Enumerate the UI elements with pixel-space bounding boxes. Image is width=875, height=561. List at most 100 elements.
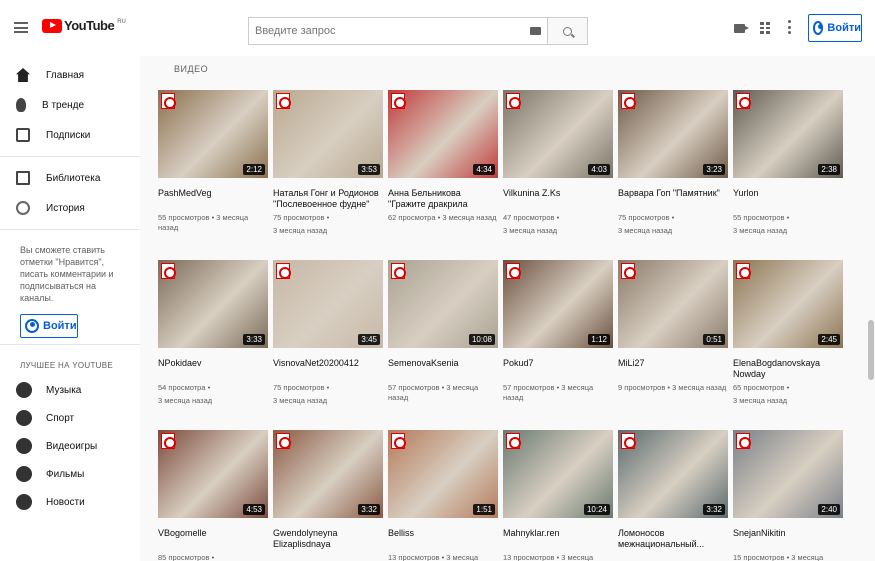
search-icon	[563, 26, 572, 36]
video-meta-date: 3 месяца назад	[158, 396, 213, 405]
sidebar-item-label: Новости	[46, 496, 85, 508]
youtube-logo[interactable]: YouTube RU	[42, 18, 126, 33]
video-title[interactable]: Варвара Гоп "Памятник"	[618, 188, 728, 210]
scrollbar[interactable]	[868, 320, 874, 380]
video-thumbnail[interactable]: 1:12	[503, 260, 613, 348]
sidebar-item-subscriptions[interactable]: Подписки	[0, 120, 140, 150]
video-thumbnail[interactable]: 3:32	[273, 430, 383, 518]
video-thumbnail[interactable]: 3:32	[618, 430, 728, 518]
video-card[interactable]: 1:51 Belliss 13 просмотров • 3 месяца наза…	[388, 430, 498, 561]
video-thumbnail[interactable]: 4:03	[503, 90, 613, 178]
sidebar-item-label: Музыка	[46, 384, 82, 396]
video-thumbnail[interactable]: 2:40	[733, 430, 843, 518]
channel-badge-icon	[621, 263, 636, 279]
menu-icon[interactable]	[14, 22, 28, 33]
video-card[interactable]: 4:34 Анна Бельникова "Гражите дракрила мо…	[388, 90, 498, 226]
video-title[interactable]: Mahnyklar.ren	[503, 528, 613, 550]
video-card[interactable]: 3:45 VisnovaNet20200412 75 просмотров • 3 м…	[273, 260, 383, 406]
keyboard-icon[interactable]	[530, 27, 541, 35]
video-title[interactable]: PashMedVeg	[158, 188, 268, 210]
video-card[interactable]: 1:12 Pokud7 57 просмотров • 3 месяца назад	[503, 260, 613, 406]
video-card[interactable]: 3:53 Наталья Гонг и Родионов "Послевоенно…	[273, 90, 383, 236]
signin-label: Войти	[43, 320, 77, 332]
video-card[interactable]: 10:24 Mahnyklar.ren 13 просмотров • 3 меся…	[503, 430, 613, 561]
sidebar-item-gaming[interactable]: Видеоигры	[0, 432, 140, 460]
create-video-icon[interactable]	[734, 24, 749, 33]
video-thumbnail[interactable]: 1:51	[388, 430, 498, 518]
channel-badge-icon	[276, 93, 291, 109]
video-meta: 62 просмотра • 3 месяца назад	[388, 213, 497, 222]
account-icon	[813, 21, 824, 35]
video-card[interactable]: 4:03 Vilkunina Z.Ks 47 просмотров • 3 месяц…	[503, 90, 613, 236]
video-thumbnail[interactable]: 3:53	[273, 90, 383, 178]
channel-badge-icon	[506, 93, 521, 109]
search-input[interactable]	[255, 25, 525, 37]
video-thumbnail[interactable]: 2:12	[158, 90, 268, 178]
sidebar-item-sport[interactable]: Спорт	[0, 404, 140, 432]
play-logo-icon	[42, 18, 62, 33]
channel-badge-icon	[736, 93, 751, 109]
signin-button[interactable]: Войти	[808, 14, 862, 42]
video-duration: 3:33	[243, 334, 265, 345]
library-icon	[16, 171, 30, 185]
video-title[interactable]: VBogomelle	[158, 528, 268, 550]
video-card[interactable]: 2:40 SnejanNikitin 15 просмотров • 3 месяц…	[733, 430, 843, 561]
video-title[interactable]: Pokud7	[503, 358, 613, 380]
apps-icon[interactable]	[760, 22, 770, 34]
video-meta: 75 просмотров •	[273, 383, 330, 392]
video-title[interactable]: MiLi27	[618, 358, 728, 380]
video-duration: 3:32	[358, 504, 380, 515]
sidebar-item-trending[interactable]: В тренде	[0, 90, 140, 120]
sidebar-item-news[interactable]: Новости	[0, 488, 140, 516]
video-title[interactable]: NPokidaev	[158, 358, 268, 380]
more-options-icon[interactable]	[788, 20, 791, 34]
sidebar-item-library[interactable]: Библиотека	[0, 163, 140, 193]
video-title[interactable]: Yurlon	[733, 188, 843, 210]
video-thumbnail[interactable]: 2:45	[733, 260, 843, 348]
channel-badge-icon	[391, 263, 406, 279]
video-title[interactable]: Vilkunina Z.Ks	[503, 188, 613, 210]
sidebar-item-home[interactable]: Главная	[0, 60, 140, 90]
sidebar-item-movies[interactable]: Фильмы	[0, 460, 140, 488]
video-thumbnail[interactable]: 10:08	[388, 260, 498, 348]
video-card[interactable]: 3:32 Gwendolyneyna Elizaplisdnaya	[273, 430, 383, 553]
video-card[interactable]: 4:53 VBogomelle 85 просмотров •	[158, 430, 268, 561]
logo-region: RU	[117, 18, 126, 25]
video-title[interactable]: VisnovaNet20200412	[273, 358, 383, 380]
video-title[interactable]: Belliss	[388, 528, 498, 550]
video-meta-date: 3 месяца назад	[733, 226, 788, 235]
video-thumbnail[interactable]: 4:34	[388, 90, 498, 178]
video-card[interactable]: 2:38 Yurlon 55 просмотров • 3 месяца назад	[733, 90, 843, 236]
video-card[interactable]: 2:12 PashMedVeg 55 просмотров • 3 месяца н…	[158, 90, 268, 236]
video-title[interactable]: ElenaBogdanovskaya Nowday	[733, 358, 843, 380]
video-thumbnail[interactable]: 2:38	[733, 90, 843, 178]
sidebar-item-label: История	[46, 202, 85, 214]
video-title[interactable]: Ломоносов межнациональный...	[618, 528, 728, 550]
video-card[interactable]: 3:23 Варвара Гоп "Памятник" 75 просмотров …	[618, 90, 728, 236]
top-bar: YouTube RU Войти	[0, 0, 875, 56]
video-card[interactable]: 3:32 Ломоносов межнациональный...	[618, 430, 728, 553]
video-thumbnail[interactable]: 0:51	[618, 260, 728, 348]
search-box	[248, 17, 548, 45]
video-thumbnail[interactable]: 4:53	[158, 430, 268, 518]
video-meta-date: 3 месяца назад	[273, 396, 328, 405]
video-card[interactable]: 3:33 NPokidaev 54 просмотра • 3 месяца наза…	[158, 260, 268, 406]
video-thumbnail[interactable]: 3:33	[158, 260, 268, 348]
search-button[interactable]	[548, 17, 588, 45]
video-thumbnail[interactable]: 3:23	[618, 90, 728, 178]
video-thumbnail[interactable]: 10:24	[503, 430, 613, 518]
video-title[interactable]: SemenovaKsenia	[388, 358, 498, 380]
sidebar-signin-button[interactable]: Войти	[20, 314, 78, 338]
video-card[interactable]: 0:51 MiLi27 9 просмотров • 3 месяца назад	[618, 260, 728, 396]
video-card[interactable]: 2:45 ElenaBogdanovskaya Nowday 65 просмотр…	[733, 260, 843, 406]
section-title: ВИДЕО	[174, 64, 209, 74]
video-card[interactable]: 10:08 SemenovaKsenia 57 просмотров • 3 мес…	[388, 260, 498, 406]
video-meta-date: 3 месяца назад	[733, 396, 788, 405]
video-title[interactable]: Gwendolyneyna Elizaplisdnaya	[273, 528, 383, 550]
sidebar-item-history[interactable]: История	[0, 193, 140, 223]
video-title[interactable]: SnejanNikitin	[733, 528, 843, 550]
video-title[interactable]: Наталья Гонг и Родионов "Послевоенное фу…	[273, 188, 383, 210]
video-thumbnail[interactable]: 3:45	[273, 260, 383, 348]
video-title[interactable]: Анна Бельникова "Гражите дракрила молодч…	[388, 188, 498, 210]
sidebar-item-music[interactable]: Музыка	[0, 376, 140, 404]
